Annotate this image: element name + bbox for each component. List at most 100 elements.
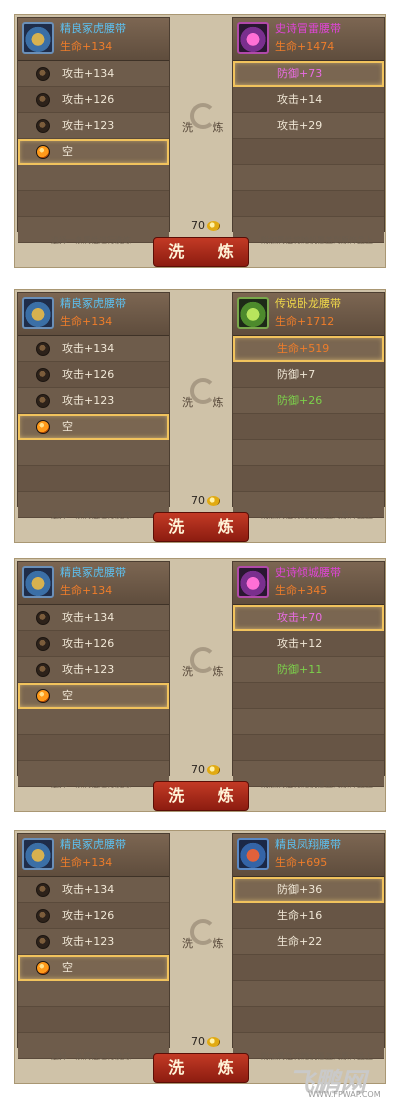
attribute-label: 空 [62,961,73,974]
refine-frame: 精良冢虎腰带 生命+134 攻击+134 攻击+126 攻击+123 空洗 炼精良凤翔腰带… [14,830,386,1084]
result-attribute-row: 防御+73 [233,61,384,87]
attribute-label: 攻击+12 [277,637,323,650]
result-item-stat: 生命+345 [275,584,328,597]
result-attribute-row: 防御+11 [233,657,384,683]
source-attribute-row[interactable]: 空 [18,414,169,440]
result-item-stat: 生命+695 [275,856,328,869]
empty-row [18,981,169,1007]
result-attribute-row: 防御+26 [233,388,384,414]
source-attribute-row[interactable]: 空 [18,955,169,981]
refine-frame: 精良冢虎腰带 生命+134 攻击+134 攻击+126 攻击+123 空洗 炼传说卧龙腰带… [14,289,386,543]
source-attribute-row[interactable]: 攻击+126 [18,631,169,657]
belt-icon[interactable] [237,566,269,598]
center-area: 洗 炼 [172,292,232,507]
result-item-panel: 传说卧龙腰带 生命+1712 生命+519 防御+7 防御+26 [232,292,385,518]
source-item-stat: 生命+134 [60,40,113,53]
belt-icon[interactable] [22,22,54,54]
radio-select-icon[interactable] [36,935,50,949]
refine-button[interactable]: 洗 炼 [153,781,249,811]
result-attribute-row: 生命+16 [233,903,384,929]
source-attribute-row[interactable]: 攻击+134 [18,877,169,903]
gold-coin-icon [207,1037,220,1047]
source-attribute-row[interactable]: 空 [18,683,169,709]
empty-row [233,191,384,217]
empty-row [18,440,169,466]
refine-button[interactable]: 洗 炼 [153,512,249,542]
radio-select-icon[interactable] [36,145,50,159]
cost-value: 70 [191,1035,205,1048]
attribute-label: 生命+22 [277,935,323,948]
belt-icon[interactable] [237,22,269,54]
radio-select-icon[interactable] [36,119,50,133]
watermark-url: WWW.FPWAP.COM [308,1090,381,1099]
refine-cost: 70 [191,494,220,507]
belt-icon[interactable] [22,566,54,598]
radio-select-icon[interactable] [36,93,50,107]
radio-select-icon[interactable] [36,689,50,703]
source-attribute-row[interactable]: 空 [18,139,169,165]
radio-select-icon[interactable] [36,883,50,897]
empty-row [18,466,169,492]
attribute-label: 攻击+126 [62,93,115,106]
result-item-name: 精良凤翔腰带 [275,838,341,851]
radio-select-icon[interactable] [36,394,50,408]
attribute-label: 空 [62,145,73,158]
attribute-label: 攻击+134 [62,67,115,80]
source-attribute-row[interactable]: 攻击+126 [18,903,169,929]
refine-button[interactable]: 洗 炼 [153,1053,249,1083]
belt-icon[interactable] [22,297,54,329]
result-item-name: 史诗冒雷腰带 [275,22,341,35]
empty-row [18,165,169,191]
hint-right: 附加属性将随机覆盖到原饰品上 [261,236,373,245]
radio-select-icon[interactable] [36,909,50,923]
refine-button[interactable]: 洗 炼 [153,237,249,267]
attribute-label: 攻击+70 [277,611,323,624]
result-item-panel: 史诗倾城腰带 生命+345 攻击+70 攻击+12 防御+11 [232,561,385,787]
source-attribute-row[interactable]: 攻击+134 [18,336,169,362]
attribute-label: 防御+73 [277,67,323,80]
hint-left: 选择一条属性进行洗炼 [51,511,131,520]
attribute-label: 攻击+126 [62,637,115,650]
source-attribute-row[interactable]: 攻击+123 [18,113,169,139]
attribute-label: 生命+16 [277,909,323,922]
radio-select-icon[interactable] [36,663,50,677]
attribute-label: 攻击+123 [62,935,115,948]
result-attribute-row: 攻击+14 [233,87,384,113]
attribute-label: 攻击+126 [62,909,115,922]
source-attribute-row[interactable]: 攻击+134 [18,61,169,87]
radio-select-icon[interactable] [36,961,50,975]
result-attribute-row: 防御+7 [233,362,384,388]
radio-select-icon[interactable] [36,637,50,651]
source-item-header: 精良冢虎腰带 生命+134 [18,293,169,336]
source-attribute-row[interactable]: 攻击+123 [18,388,169,414]
radio-select-icon[interactable] [36,611,50,625]
belt-icon[interactable] [237,297,269,329]
radio-select-icon[interactable] [36,368,50,382]
radio-select-icon[interactable] [36,420,50,434]
empty-row [233,139,384,165]
center-label: 洗 炼 [182,396,232,409]
source-item-name: 精良冢虎腰带 [60,566,126,579]
source-attribute-row[interactable]: 攻击+123 [18,929,169,955]
result-item-panel: 史诗冒雷腰带 生命+1474 防御+73 攻击+14 攻击+29 [232,17,385,243]
belt-icon[interactable] [237,838,269,870]
source-attribute-row[interactable]: 攻击+123 [18,657,169,683]
gold-coin-icon [207,765,220,775]
center-area: 洗 炼 [172,561,232,776]
refine-cost: 70 [191,1035,220,1048]
source-attribute-row[interactable]: 攻击+134 [18,605,169,631]
source-attribute-row[interactable]: 攻击+126 [18,362,169,388]
center-label: 洗 炼 [182,121,232,134]
radio-select-icon[interactable] [36,342,50,356]
refine-cost: 70 [191,219,220,232]
source-item-panel: 精良冢虎腰带 生命+134 攻击+134 攻击+126 攻击+123 空 [17,17,170,243]
result-item-header: 传说卧龙腰带 生命+1712 [233,293,384,336]
empty-row [233,709,384,735]
result-item-name: 传说卧龙腰带 [275,297,341,310]
empty-row [233,165,384,191]
radio-select-icon[interactable] [36,67,50,81]
source-item-name: 精良冢虎腰带 [60,838,126,851]
result-item-stat: 生命+1474 [275,40,335,53]
belt-icon[interactable] [22,838,54,870]
source-attribute-row[interactable]: 攻击+126 [18,87,169,113]
